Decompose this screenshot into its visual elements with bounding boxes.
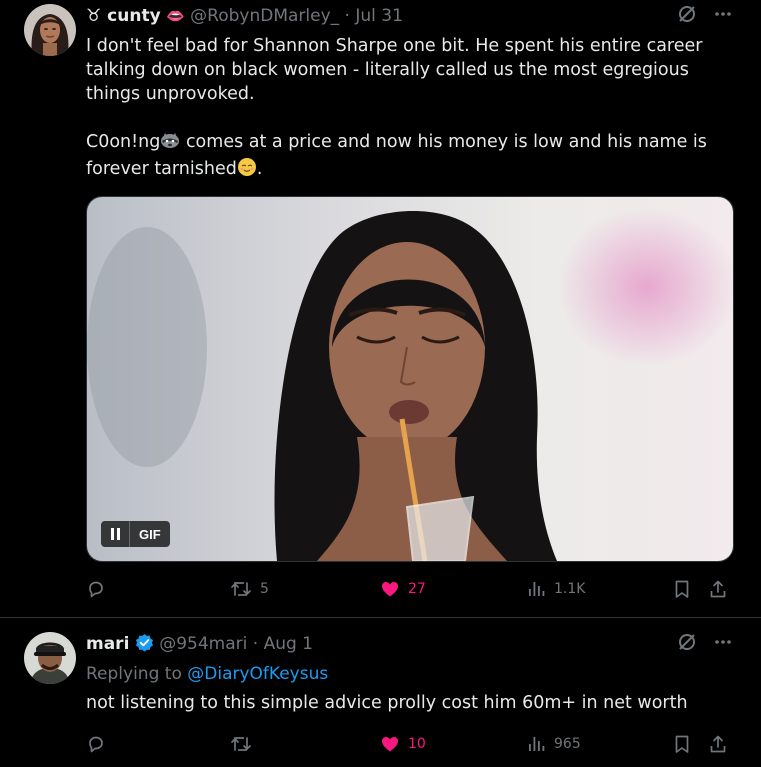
tweet-paragraph-2-start: C0on!ng bbox=[86, 132, 161, 152]
replying-to-link[interactable]: @DiaryOfKeysus bbox=[187, 664, 328, 684]
lips-emoji: 👄 bbox=[166, 7, 185, 25]
pause-icon[interactable] bbox=[101, 521, 130, 547]
separator: · bbox=[344, 6, 350, 26]
views-button[interactable]: 965 bbox=[526, 732, 581, 756]
bookmark-icon bbox=[672, 579, 692, 599]
replying-to: Replying to @DiaryOfKeysus bbox=[86, 662, 736, 686]
gif-media[interactable]: GIF bbox=[86, 196, 734, 562]
raccoon-emoji bbox=[160, 130, 180, 157]
handle[interactable]: @RobynDMarley_ bbox=[190, 6, 339, 26]
share-button[interactable] bbox=[708, 577, 728, 601]
reply-button[interactable] bbox=[86, 732, 106, 756]
more-icon[interactable] bbox=[713, 632, 733, 656]
avatar[interactable] bbox=[24, 4, 76, 56]
tweet[interactable]: ♉ cunty 👄 @RobynDMarley_ · Jul 31 I don'… bbox=[0, 0, 761, 618]
tweet-actions: 5 27 1.1K bbox=[86, 577, 736, 601]
gif-image bbox=[87, 197, 733, 561]
like-count: 27 bbox=[408, 581, 426, 597]
views-icon bbox=[526, 734, 546, 754]
grok-icon[interactable] bbox=[677, 4, 697, 28]
views-button[interactable]: 1.1K bbox=[526, 577, 585, 601]
tweet-date[interactable]: Aug 1 bbox=[264, 634, 313, 654]
like-icon-filled bbox=[380, 579, 400, 599]
bookmark-icon bbox=[672, 734, 692, 754]
tweet-paragraph-1: I don't feel bad for Shannon Sharpe one … bbox=[86, 36, 703, 104]
retweet-icon bbox=[230, 579, 252, 599]
retweet-button[interactable] bbox=[230, 732, 252, 756]
display-name[interactable]: ♉ cunty bbox=[86, 6, 161, 26]
share-button[interactable] bbox=[708, 732, 728, 756]
handle[interactable]: @954mari bbox=[159, 634, 247, 654]
bookmark-button[interactable] bbox=[672, 732, 692, 756]
bookmark-button[interactable] bbox=[672, 577, 692, 601]
tweet-text: not listening to this simple advice prol… bbox=[86, 693, 688, 713]
relieved-emoji bbox=[237, 157, 257, 184]
tweet-header: mari @954mari · Aug 1 bbox=[86, 632, 313, 656]
tweet-text: I don't feel bad for Shannon Sharpe one … bbox=[86, 34, 736, 184]
header-icons bbox=[677, 632, 733, 656]
views-count: 965 bbox=[554, 736, 581, 752]
avatar-image bbox=[24, 4, 76, 56]
reply-icon bbox=[86, 734, 106, 754]
retweet-count: 5 bbox=[260, 581, 269, 597]
like-icon-filled bbox=[380, 734, 400, 754]
retweet-button[interactable]: 5 bbox=[230, 577, 269, 601]
tweet-paragraph-2: C0on!ng comes at a price and now his mon… bbox=[86, 130, 736, 184]
retweet-icon bbox=[230, 734, 252, 754]
share-icon bbox=[708, 579, 728, 599]
separator: · bbox=[252, 634, 259, 654]
tweet-actions: 10 965 bbox=[86, 732, 736, 756]
tweet-paragraph-2-end: . bbox=[256, 159, 263, 179]
verified-badge-icon bbox=[135, 633, 154, 659]
tweet[interactable]: mari @954mari · Aug 1 Replying to @Diary… bbox=[0, 618, 761, 767]
tweet-header: ♉ cunty 👄 @RobynDMarley_ · Jul 31 bbox=[86, 4, 403, 28]
like-count: 10 bbox=[408, 736, 426, 752]
like-button[interactable]: 10 bbox=[380, 732, 426, 756]
like-button[interactable]: 27 bbox=[380, 577, 426, 601]
reply-icon bbox=[86, 579, 106, 599]
gif-badge[interactable]: GIF bbox=[101, 521, 170, 547]
grok-icon[interactable] bbox=[677, 632, 697, 656]
views-count: 1.1K bbox=[554, 581, 586, 597]
share-icon bbox=[708, 734, 728, 754]
more-icon[interactable] bbox=[713, 4, 733, 28]
reply-button[interactable] bbox=[86, 577, 106, 601]
avatar-image bbox=[24, 632, 76, 684]
display-name[interactable]: mari bbox=[86, 634, 129, 654]
header-icons bbox=[677, 4, 733, 28]
tweet-date[interactable]: Jul 31 bbox=[355, 6, 403, 26]
avatar[interactable] bbox=[24, 632, 76, 684]
replying-to-prefix: Replying to bbox=[86, 664, 188, 684]
views-icon bbox=[526, 579, 546, 599]
gif-label: GIF bbox=[139, 526, 161, 542]
